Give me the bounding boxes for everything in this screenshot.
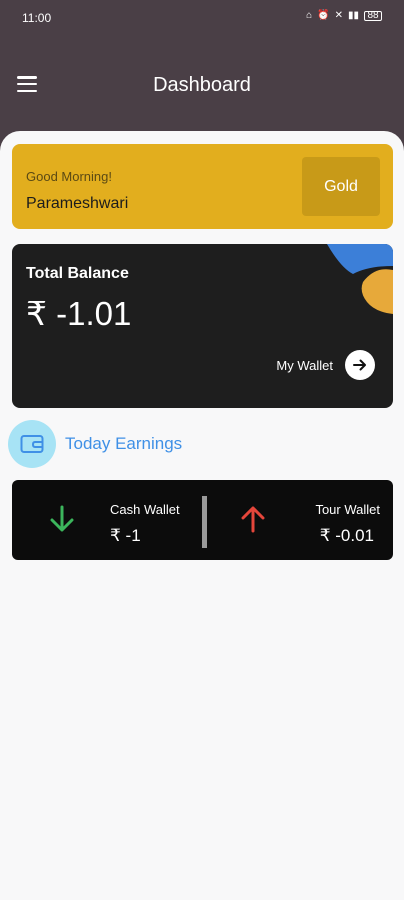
battery-level: 88 [367,10,379,21]
my-wallet-label: My Wallet [276,357,333,373]
battery-icon: 88 [364,10,382,21]
page-title: Dashboard [153,74,251,96]
balance-label: Total Balance [26,265,129,282]
signal-icon: ▮▮ [347,10,359,21]
arrow-right-icon[interactable] [345,350,375,380]
decorative-shape [327,244,393,314]
wallets-summary-card: Cash Wallet ₹ -1 Tour Wallet ₹ -0.01 [12,480,393,560]
cash-wallet-value: ₹ -1 [110,526,141,545]
my-wallet-link[interactable]: My Wallet [276,350,375,380]
tour-wallet-label: Tour Wallet [315,502,380,517]
tour-wallet[interactable]: Tour Wallet ₹ -0.01 [207,480,393,560]
cash-wallet-label: Cash Wallet [110,502,180,517]
arrow-down-icon [50,505,74,532]
user-name: Parameshwari [26,195,129,212]
wallet-icon [8,420,56,468]
alarm-icon: ⏰ [317,10,330,21]
total-balance-card: Total Balance ₹ -1.01 My Wallet [12,244,393,408]
status-time: 11:00 [22,11,52,25]
greeting-card: Good Morning! Parameshwari Gold [12,144,393,229]
app-bar: Dashboard [0,60,404,110]
home-icon: ⌂ [306,10,313,21]
tour-wallet-value: ₹ -0.01 [319,526,374,545]
membership-tier-button[interactable]: Gold [302,157,380,216]
cash-wallet[interactable]: Cash Wallet ₹ -1 [12,480,202,560]
status-bar: 11:00 ⌂ ⏰ ✕ ▮▮ 88 [0,0,404,36]
arrow-up-icon [241,506,265,533]
today-earnings-row[interactable]: Today Earnings [8,419,182,469]
status-icons: ⌂ ⏰ ✕ ▮▮ 88 [306,10,382,22]
balance-amount: ₹ -1.01 [26,295,132,332]
today-earnings-label[interactable]: Today Earnings [65,434,182,454]
dashboard-content: Good Morning! Parameshwari Gold Total Ba… [0,131,404,900]
greeting-text: Good Morning! [26,169,112,184]
mute-icon: ✕ [334,10,343,21]
